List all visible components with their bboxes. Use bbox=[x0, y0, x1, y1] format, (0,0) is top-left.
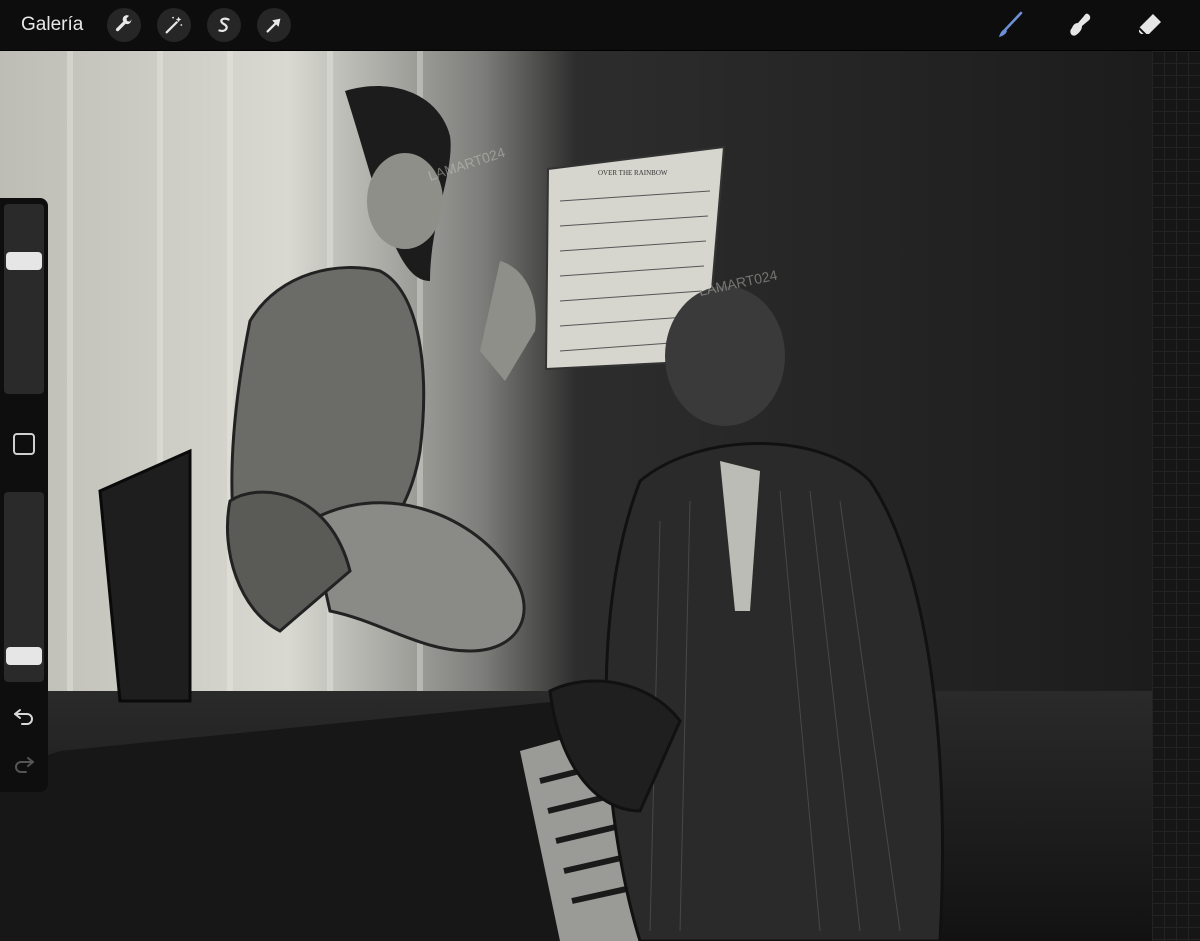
actions-button[interactable] bbox=[107, 8, 142, 42]
modify-button[interactable] bbox=[13, 433, 35, 455]
brush-size-thumb[interactable] bbox=[6, 252, 42, 270]
undo-icon[interactable] bbox=[12, 703, 36, 727]
opacity-thumb[interactable] bbox=[6, 647, 42, 665]
adjustments-button[interactable] bbox=[157, 8, 192, 42]
redo-icon[interactable] bbox=[12, 751, 36, 775]
opacity-slider[interactable] bbox=[4, 492, 44, 682]
brush-sidebar bbox=[0, 198, 48, 792]
artwork: OVER THE RAINBOW LAMART024 LAMART024 bbox=[0, 51, 1152, 941]
top-toolbar: Galería bbox=[0, 0, 1200, 51]
sheet-title: OVER THE RAINBOW bbox=[598, 169, 668, 177]
smudge-tool-button[interactable] bbox=[1060, 5, 1100, 45]
brush-size-slider[interactable] bbox=[4, 204, 44, 394]
eraser-icon bbox=[1138, 14, 1161, 37]
brush-icon bbox=[999, 11, 1023, 37]
magic-wand-icon bbox=[165, 16, 183, 34]
drawing-canvas[interactable]: OVER THE RAINBOW LAMART024 LAMART024 bbox=[0, 51, 1152, 941]
right-tools bbox=[990, 0, 1200, 50]
selection-s-icon bbox=[218, 17, 230, 32]
selection-button[interactable] bbox=[207, 8, 242, 42]
eraser-tool-button[interactable] bbox=[1130, 5, 1170, 45]
transform-button[interactable] bbox=[257, 8, 292, 42]
brush-tool-button[interactable] bbox=[990, 5, 1030, 45]
arrow-cursor-icon bbox=[266, 18, 281, 33]
smudge-icon bbox=[1070, 13, 1091, 36]
wrench-icon bbox=[116, 15, 133, 32]
gallery-button[interactable]: Galería bbox=[21, 14, 83, 36]
canvas-edge-grid bbox=[1152, 51, 1200, 941]
